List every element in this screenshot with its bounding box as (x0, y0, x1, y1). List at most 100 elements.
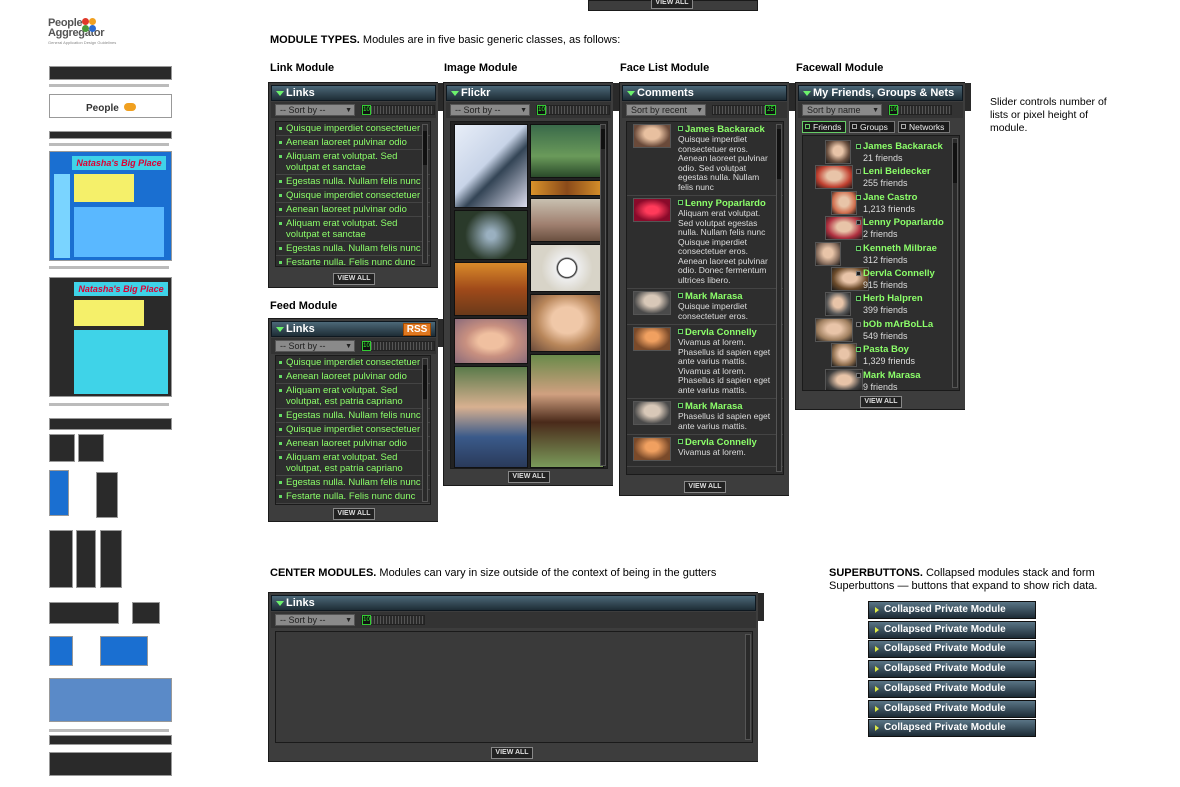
scrollbar[interactable] (600, 124, 606, 466)
facewall-module-header[interactable]: My Friends, Groups & Nets (798, 85, 963, 101)
sort-by-select[interactable]: Sort by name ▼ (802, 104, 882, 116)
friend-entry[interactable]: Lenny Poparlardo 2 friends (811, 216, 955, 241)
thumbnail-page-19[interactable] (49, 735, 172, 745)
link-item[interactable]: Quisque imperdiet consectetuer (276, 122, 430, 136)
friend-entry[interactable]: Kenneth Milbrae 312 friends (811, 241, 955, 267)
feed-item[interactable]: Egestas nulla. Nullam felis nunc (276, 476, 430, 490)
link-module-header[interactable]: Links (271, 85, 436, 101)
friend-name[interactable]: Jane Castro (863, 192, 917, 203)
select-checkbox[interactable] (678, 403, 683, 408)
feed-module-header[interactable]: Links RSS (271, 321, 436, 337)
sort-by-select[interactable]: Sort by recent ▼ (626, 104, 706, 116)
slider-knob[interactable]: 10 (362, 105, 371, 115)
link-item[interactable]: Festarte nulla. Felis nunc dunc (276, 256, 430, 266)
scrollbar[interactable] (745, 634, 751, 740)
photo-woman-park[interactable] (530, 354, 604, 468)
scrollbar[interactable] (422, 124, 428, 264)
friend-name[interactable]: Leni Beidecker (863, 167, 931, 177)
photo-canopy[interactable] (454, 210, 528, 260)
photo-girl-flowers[interactable] (454, 318, 528, 364)
thumbnail-page-11[interactable] (49, 530, 73, 588)
thumbnail-page-13[interactable] (100, 530, 122, 588)
select-checkbox[interactable] (678, 293, 683, 298)
superbutton[interactable]: Collapsed Private Module (868, 660, 1036, 679)
superbutton[interactable]: Collapsed Private Module (868, 679, 1036, 698)
friend-avatar[interactable] (815, 241, 841, 266)
friend-avatar[interactable] (831, 343, 857, 368)
view-all-button[interactable]: VIEW ALL (333, 508, 375, 520)
slider-knob[interactable]: 25 (765, 105, 776, 115)
feed-item[interactable]: Aenean laoreet pulvinar odio (276, 370, 430, 384)
select-checkbox[interactable] (856, 347, 861, 353)
friend-avatar[interactable] (815, 317, 853, 342)
thumbnail-page-15[interactable] (132, 602, 160, 624)
thumbnail-page-20[interactable] (49, 752, 172, 776)
friend-avatar[interactable] (825, 140, 851, 164)
select-checkbox[interactable] (678, 329, 683, 334)
friend-name[interactable]: Dervla Connelly (863, 269, 935, 279)
select-checkbox[interactable] (678, 439, 683, 444)
facelist-module-header[interactable]: Comments (622, 85, 787, 101)
thumbnail-page-10[interactable] (96, 472, 118, 518)
count-slider[interactable]: 10 (361, 341, 435, 351)
link-item[interactable]: Egestas nulla. Nullam felis nunc (276, 175, 430, 189)
view-all-button[interactable]: VIEW ALL (508, 471, 550, 483)
commenter-avatar[interactable] (633, 291, 671, 315)
link-item[interactable]: Aenean laoreet pulvinar odio (276, 136, 430, 150)
slider-knob[interactable]: 10 (362, 341, 371, 351)
select-checkbox[interactable] (678, 126, 683, 131)
view-all-button-top[interactable]: VIEW ALL (651, 0, 693, 9)
count-slider[interactable]: 25 (712, 105, 776, 115)
link-item[interactable]: Aliquam erat volutpat. Sed volutpat et s… (276, 217, 430, 242)
thumbnail-page-5[interactable]: Natasha's Big Place (49, 277, 172, 397)
friend-entry[interactable]: Leni Beidecker 255 friends (811, 165, 955, 190)
commenter-avatar[interactable] (633, 327, 671, 351)
count-slider[interactable]: 10 (536, 105, 610, 115)
center-module-header[interactable]: Links (271, 595, 756, 611)
commenter-avatar[interactable] (633, 401, 671, 425)
friend-name[interactable]: Pasta Boy (863, 345, 909, 355)
thumbnail-page-9[interactable] (49, 470, 69, 516)
scrollbar[interactable] (776, 124, 782, 472)
image-module-header[interactable]: Flickr (446, 85, 611, 101)
slider-knob[interactable]: 10 (362, 615, 371, 625)
friend-name[interactable]: bOb mArBoLLa (863, 319, 933, 330)
superbutton[interactable]: Collapsed Private Module (868, 640, 1036, 659)
friend-entry[interactable]: Herb Halpren 399 friends (811, 292, 955, 317)
collapse-triangle-icon[interactable] (276, 601, 284, 606)
link-item[interactable]: Egestas nulla. Nullam felis nunc (276, 242, 430, 256)
photo-sunset[interactable] (530, 180, 604, 196)
select-checkbox[interactable] (856, 271, 861, 276)
sort-by-select[interactable]: -- Sort by -- ▼ (275, 340, 355, 352)
thumbnail-page-4[interactable]: Natasha's Big Place (49, 151, 172, 261)
scrollbar[interactable] (422, 358, 428, 502)
slider-knob[interactable]: 10 (889, 105, 898, 115)
link-item[interactable]: Quisque imperdiet consectetuer (276, 189, 430, 203)
thumbnail-page-1[interactable] (49, 66, 172, 80)
feed-item[interactable]: Quisque imperdiet consectetuer (276, 423, 430, 437)
sort-by-select[interactable]: -- Sort by -- ▼ (450, 104, 530, 116)
friend-avatar[interactable] (825, 292, 851, 317)
thumbnail-page-17[interactable] (100, 636, 148, 666)
rss-badge[interactable]: RSS (403, 323, 431, 336)
photo-skier[interactable] (454, 124, 528, 208)
photo-dalmatian[interactable] (530, 244, 604, 292)
select-checkbox[interactable] (856, 372, 861, 378)
view-all-button[interactable]: VIEW ALL (333, 273, 375, 285)
superbutton[interactable]: Collapsed Private Module (868, 620, 1036, 639)
feed-item[interactable]: Egestas nulla. Nullam felis nunc (276, 409, 430, 423)
thumbnail-page-8[interactable] (78, 434, 104, 462)
friend-name[interactable]: Kenneth Milbrae (863, 243, 937, 254)
superbutton[interactable]: Collapsed Private Module (868, 699, 1036, 718)
photo-woman[interactable] (530, 198, 604, 242)
thumbnail-page-18[interactable] (49, 678, 172, 722)
collapse-triangle-icon[interactable] (276, 91, 284, 96)
thumbnail-page-2[interactable]: People (49, 94, 172, 118)
select-checkbox[interactable] (856, 144, 861, 149)
feed-item[interactable]: Festarte nulla. Felis nunc dunc (276, 490, 430, 504)
feed-item[interactable]: Quisque imperdiet consectetuer (276, 356, 430, 370)
count-slider[interactable]: 10 (888, 105, 952, 115)
select-checkbox[interactable] (856, 245, 861, 251)
thumbnail-page-14[interactable] (49, 602, 119, 624)
feed-item[interactable]: Aliquam erat volutpat. Sed volutpat, est… (276, 384, 430, 409)
